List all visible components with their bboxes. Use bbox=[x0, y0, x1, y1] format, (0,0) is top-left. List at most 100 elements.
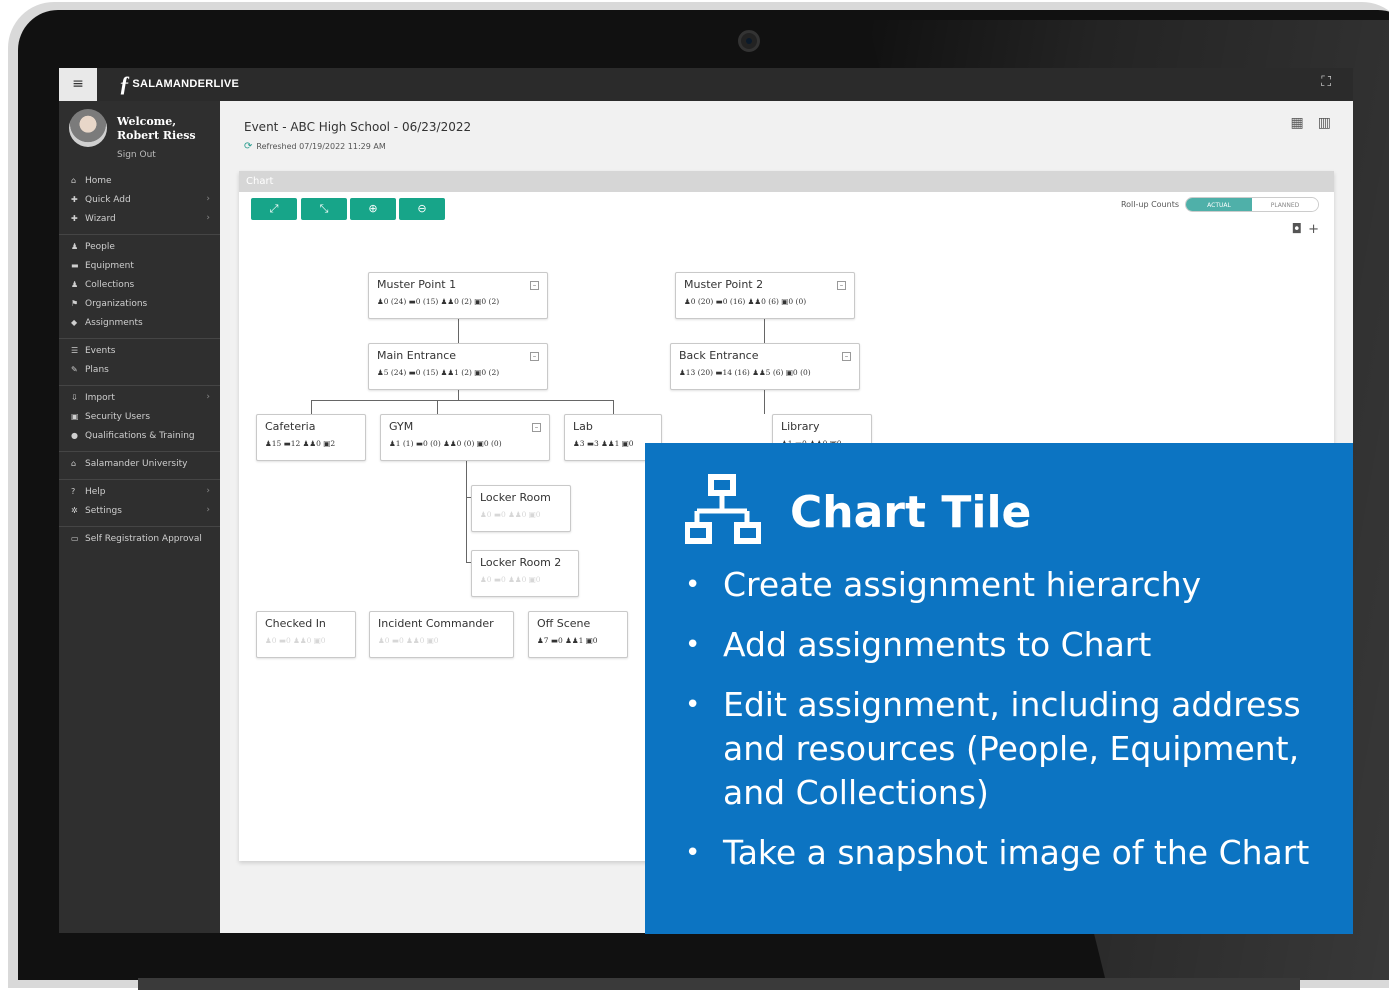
nav-group-registration: ▭ Self Registration Approval bbox=[59, 527, 220, 554]
nav-group-events: ☰ Events ✎ Plans bbox=[59, 339, 220, 386]
avatar bbox=[69, 109, 107, 147]
fullscreen-icon[interactable]: ⛶ bbox=[1321, 74, 1331, 90]
chart-actions: ◘ + bbox=[1286, 222, 1319, 237]
sidebar-item-quick-add[interactable]: ✚ Quick Add › bbox=[59, 190, 220, 209]
chevron-right-icon: › bbox=[206, 213, 210, 223]
chart-node-cafeteria[interactable]: Cafeteria ♟15 ▬12 ♟♟0 ▣2 bbox=[256, 414, 366, 461]
home-icon: ⌂ bbox=[71, 176, 77, 185]
sidebar-item-help[interactable]: ? Help › bbox=[59, 482, 220, 501]
sidebar-item-self-registration[interactable]: ▭ Self Registration Approval bbox=[59, 529, 220, 548]
connector-line bbox=[458, 319, 459, 343]
plus-icon: ✚ bbox=[71, 214, 78, 223]
sidebar-item-collections[interactable]: ♟ Collections bbox=[59, 275, 220, 294]
feature-callout: Chart Tile Create assignment hierarchy A… bbox=[645, 443, 1353, 934]
add-icon[interactable]: + bbox=[1308, 222, 1319, 237]
expand-all-button[interactable]: ⤢ bbox=[251, 198, 297, 220]
collapse-all-button[interactable]: ⤡ bbox=[301, 198, 347, 220]
tiles-icon[interactable]: ▦ bbox=[1291, 115, 1304, 131]
rollup-counts-toggle: Roll-up Counts ACTUAL PLANNED bbox=[1121, 197, 1319, 212]
webcam bbox=[738, 30, 760, 52]
rollup-actual-option[interactable]: ACTUAL bbox=[1186, 198, 1252, 211]
chart-node-locker-room-2[interactable]: Locker Room 2 ♟0 ▬0 ♟♟0 ▣0 bbox=[471, 550, 579, 597]
bar-chart-icon[interactable]: ▥ bbox=[1318, 115, 1331, 131]
callout-bullet: Create assignment hierarchy bbox=[685, 563, 1335, 607]
view-switcher: ▦ ▥ bbox=[1277, 115, 1331, 131]
connector-line bbox=[466, 461, 467, 562]
connector-line bbox=[613, 400, 614, 414]
top-bar: ≡ ƒ SALAMANDERLIVE ⛶ bbox=[59, 68, 1353, 101]
chevron-right-icon: › bbox=[206, 194, 210, 204]
collapse-node-icon[interactable]: – bbox=[842, 352, 851, 361]
help-icon: ? bbox=[71, 487, 76, 496]
laptop-base bbox=[138, 978, 1300, 990]
collapse-node-icon[interactable]: – bbox=[530, 281, 539, 290]
zoom-out-button[interactable]: ⊖ bbox=[399, 198, 445, 220]
chart-node-back-entrance[interactable]: Back Entrance ♟13 (20) ▬14 (16) ♟♟5 (6) ▣… bbox=[670, 343, 860, 390]
collapse-node-icon[interactable]: – bbox=[837, 281, 846, 290]
university-icon: ⌂ bbox=[71, 459, 77, 468]
connector-line bbox=[311, 400, 312, 414]
gear-icon: ✲ bbox=[71, 506, 78, 515]
list-icon: ☰ bbox=[71, 346, 79, 355]
sidebar-item-home[interactable]: ⌂ Home bbox=[59, 171, 220, 190]
plus-icon: ✚ bbox=[71, 195, 78, 204]
sidebar-item-organizations[interactable]: ⚑ Organizations bbox=[59, 294, 220, 313]
sidebar-item-security-users[interactable]: ▣ Security Users bbox=[59, 407, 220, 426]
chart-node-off-scene[interactable]: Off Scene ♟7 ▬0 ♟♟1 ▣0 bbox=[528, 611, 628, 658]
nav-group-help: ? Help › ✲ Settings › bbox=[59, 480, 220, 527]
truck-icon: ▬ bbox=[71, 261, 79, 270]
connector-line bbox=[764, 319, 765, 343]
sidebar-item-people[interactable]: ♟ People bbox=[59, 237, 220, 256]
sidebar-item-qualifications[interactable]: ● Qualifications & Training bbox=[59, 426, 220, 445]
callout-bullet: Edit assignment, including address and r… bbox=[685, 683, 1335, 815]
user-profile: Welcome, Robert Riess Sign Out bbox=[59, 101, 220, 169]
card-icon: ▭ bbox=[71, 534, 79, 543]
callout-bullet: Add assignments to Chart bbox=[685, 623, 1335, 667]
chart-node-gym[interactable]: GYM ♟1 (1) ▬0 (0) ♟♟0 (0) ▣0 (0) – bbox=[380, 414, 550, 461]
connector-line bbox=[311, 400, 614, 401]
nav-group-university: ⌂ Salamander University bbox=[59, 452, 220, 480]
sidebar-item-assignments[interactable]: ◆ Assignments bbox=[59, 313, 220, 332]
chart-node-main-entrance[interactable]: Main Entrance ♟5 (24) ▬0 (15) ♟♟1 (2) ▣0 … bbox=[368, 343, 548, 390]
chart-node-checked-in[interactable]: Checked In ♟0 ▬0 ♟♟0 ▣0 bbox=[256, 611, 356, 658]
chevron-right-icon: › bbox=[206, 486, 210, 496]
import-icon: ⇩ bbox=[71, 393, 78, 402]
callout-bullet: Take a snapshot image of the Chart bbox=[685, 831, 1335, 875]
connector-line bbox=[764, 390, 765, 414]
group-icon: ♟ bbox=[71, 280, 79, 289]
welcome-text: Welcome, Robert Riess bbox=[117, 115, 196, 142]
refresh-status: ⟳ Refreshed 07/19/2022 11:29 AM bbox=[244, 141, 386, 152]
sidebar: Welcome, Robert Riess Sign Out ⌂ Home ✚ Qui… bbox=[59, 101, 220, 933]
callout-title: Chart Tile bbox=[790, 487, 1032, 538]
sidebar-item-settings[interactable]: ✲ Settings › bbox=[59, 501, 220, 520]
collapse-node-icon[interactable]: – bbox=[532, 423, 541, 432]
chart-node-locker-room[interactable]: Locker Room ♟0 ▬0 ♟♟0 ▣0 bbox=[471, 485, 571, 532]
nav-group-main: ⌂ Home ✚ Quick Add › ✚ Wizard › bbox=[59, 169, 220, 235]
rollup-planned-option[interactable]: PLANNED bbox=[1252, 198, 1318, 211]
nav-group-resources: ♟ People ▬ Equipment ♟ Collections ⚑ Organiz… bbox=[59, 235, 220, 339]
chart-tile-header: Chart bbox=[239, 171, 1334, 192]
chart-node-incident-commander[interactable]: Incident Commander ♟0 ▬0 ♟♟0 ▣0 bbox=[369, 611, 514, 658]
lock-icon: ▣ bbox=[71, 412, 79, 421]
sign-out-link[interactable]: Sign Out bbox=[117, 150, 156, 160]
refresh-icon[interactable]: ⟳ bbox=[244, 141, 252, 152]
collapse-node-icon[interactable]: – bbox=[530, 352, 539, 361]
chart-node-muster-point-2[interactable]: Muster Point 2 ♟0 (20) ▬0 (16) ♟♟0 (6) ▣0… bbox=[675, 272, 855, 319]
sidebar-item-wizard[interactable]: ✚ Wizard › bbox=[59, 209, 220, 228]
sidebar-item-plans[interactable]: ✎ Plans bbox=[59, 360, 220, 379]
flag-icon: ⚑ bbox=[71, 299, 79, 308]
chart-node-muster-point-1[interactable]: Muster Point 1 ♟0 (24) ▬0 (15) ♟♟0 (2) ▣0… bbox=[368, 272, 548, 319]
sidebar-item-equipment[interactable]: ▬ Equipment bbox=[59, 256, 220, 275]
sidebar-item-university[interactable]: ⌂ Salamander University bbox=[59, 454, 220, 473]
badge-icon: ● bbox=[71, 431, 78, 440]
nav-group-admin: ⇩ Import › ▣ Security Users ● Qualifications… bbox=[59, 386, 220, 452]
edit-icon: ✎ bbox=[71, 365, 78, 374]
zoom-in-button[interactable]: ⊕ bbox=[350, 198, 396, 220]
connector-line bbox=[458, 390, 459, 400]
app-logo: ƒ SALAMANDERLIVE bbox=[119, 71, 240, 97]
camera-icon[interactable]: ◘ bbox=[1292, 222, 1302, 237]
hamburger-icon[interactable]: ≡ bbox=[59, 68, 97, 101]
sidebar-item-events[interactable]: ☰ Events bbox=[59, 341, 220, 360]
sidebar-item-import[interactable]: ⇩ Import › bbox=[59, 388, 220, 407]
page-title: Event - ABC High School - 06/23/2022 bbox=[244, 120, 472, 134]
